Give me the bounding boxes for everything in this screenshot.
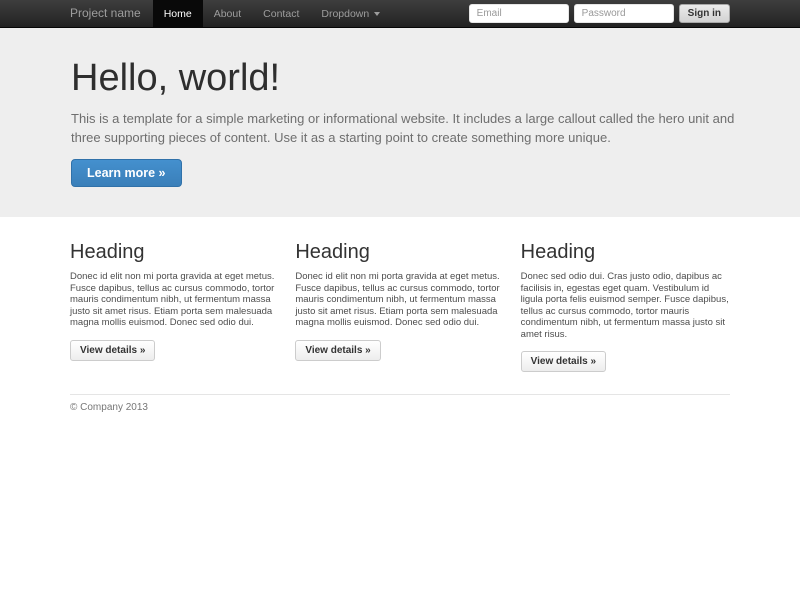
nav-item-dropdown-label: Dropdown [321, 8, 369, 20]
column-text: Donec id elit non mi porta gravida at eg… [295, 271, 504, 329]
caret-down-icon [374, 12, 380, 16]
email-field[interactable] [469, 4, 569, 23]
navbar: Project name Home About Contact Dropdown… [0, 0, 800, 28]
marketing-row: Heading Donec id elit non mi porta gravi… [70, 241, 730, 372]
hero-title: Hello, world! [71, 58, 752, 99]
view-details-button-2[interactable]: View details » [295, 340, 380, 361]
learn-more-button[interactable]: Learn more » [71, 159, 182, 187]
navbar-menu: Home About Contact Dropdown [153, 0, 392, 27]
marketing-column-3: Heading Donec sed odio dui. Cras justo o… [521, 241, 730, 372]
nav-item-home[interactable]: Home [153, 0, 203, 27]
view-details-button-1[interactable]: View details » [70, 340, 155, 361]
nav-item-contact[interactable]: Contact [252, 0, 310, 27]
column-text: Donec sed odio dui. Cras justo odio, dap… [521, 271, 730, 340]
navbar-container: Project name Home About Contact Dropdown… [70, 0, 730, 27]
footer: © Company 2013 [70, 402, 730, 413]
view-details-button-3[interactable]: View details » [521, 351, 606, 372]
nav-item-about[interactable]: About [203, 0, 252, 27]
marketing-column-1: Heading Donec id elit non mi porta gravi… [70, 241, 279, 372]
nav-item-contact-label: Contact [263, 8, 299, 20]
column-heading: Heading [70, 241, 279, 263]
password-field[interactable] [574, 4, 674, 23]
column-heading: Heading [521, 241, 730, 263]
footer-divider [70, 394, 730, 395]
column-text: Donec id elit non mi porta gravida at eg… [70, 271, 279, 329]
nav-item-about-label: About [214, 8, 241, 20]
signin-form: Sign in [469, 0, 730, 27]
copyright-text: © Company 2013 [70, 402, 730, 413]
content-container: Heading Donec id elit non mi porta gravi… [70, 241, 730, 413]
marketing-column-2: Heading Donec id elit non mi porta gravi… [295, 241, 504, 372]
sign-in-button[interactable]: Sign in [679, 4, 730, 23]
navbar-brand[interactable]: Project name [70, 0, 141, 27]
nav-item-home-label: Home [164, 8, 192, 20]
hero-unit: Hello, world! This is a template for a s… [0, 28, 800, 217]
nav-item-dropdown[interactable]: Dropdown [310, 0, 391, 27]
hero-text: This is a template for a simple marketin… [71, 109, 752, 147]
column-heading: Heading [295, 241, 504, 263]
